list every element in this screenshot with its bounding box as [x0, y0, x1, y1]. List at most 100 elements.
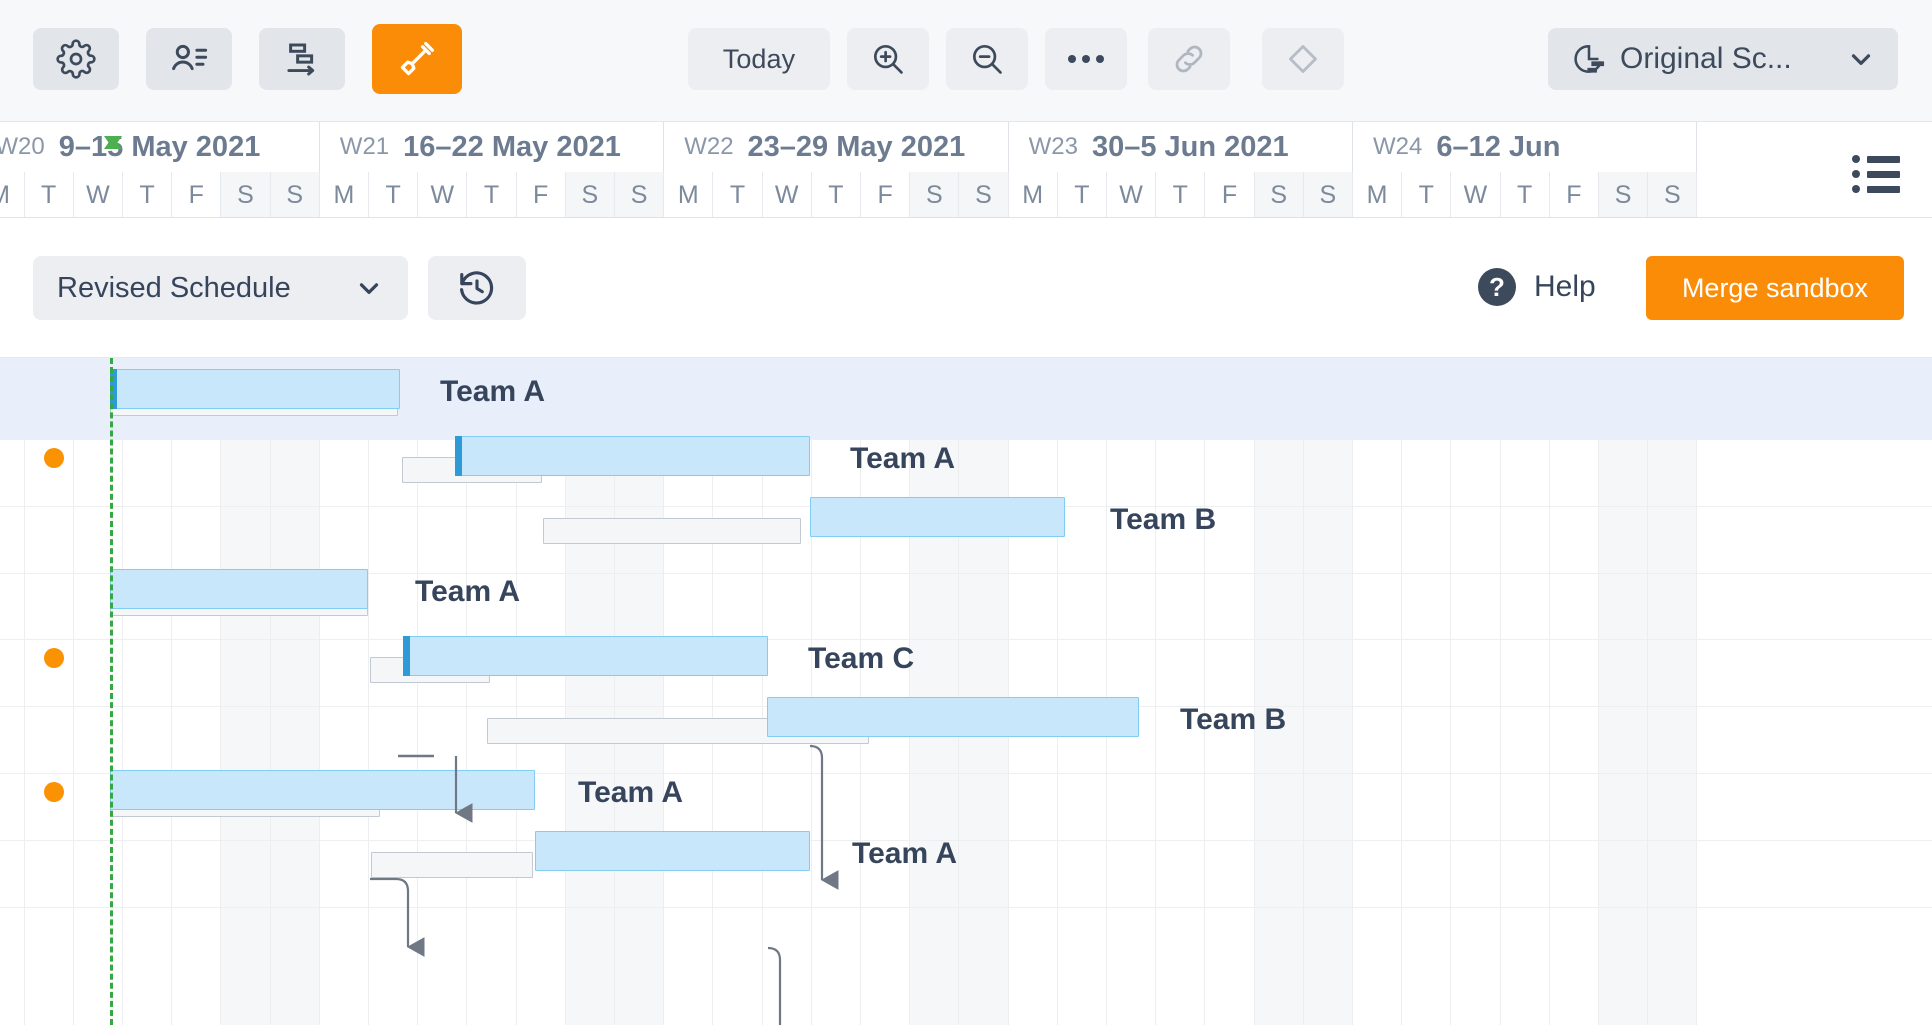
day-cell[interactable]: S [271, 172, 320, 218]
gear-icon [56, 39, 96, 79]
day-cell[interactable]: T [1058, 172, 1107, 218]
history-clock-icon [456, 267, 498, 309]
sandbox-button[interactable] [372, 24, 462, 94]
more-options-button[interactable] [1045, 28, 1127, 90]
zoom-out-button[interactable] [946, 28, 1028, 90]
timeline-day-row: MTWTFSSMTWTFSSMTWTFSSMTWTFSSMTWTFSS [0, 172, 1932, 218]
clock-schedule-icon [1570, 40, 1608, 78]
day-cell[interactable]: M [1353, 172, 1402, 218]
chevron-down-icon [1846, 44, 1876, 74]
day-cell[interactable]: S [1599, 172, 1648, 218]
day-cell[interactable]: W [418, 172, 467, 218]
dependencies-button[interactable] [259, 28, 345, 90]
week-number: W22 [684, 133, 733, 161]
week-header-w22: W22 23–29 May 2021 [664, 122, 1008, 172]
day-cell[interactable]: F [517, 172, 566, 218]
zoom-in-button[interactable] [847, 28, 929, 90]
day-cell[interactable]: S [959, 172, 1008, 218]
day-cell[interactable]: F [172, 172, 221, 218]
question-mark-icon: ? [1478, 268, 1516, 306]
diamond-milestone-icon [1283, 39, 1323, 79]
task-bar[interactable] [535, 831, 810, 871]
day-cell[interactable]: T [812, 172, 861, 218]
day-cell[interactable]: S [615, 172, 664, 218]
task-bar[interactable] [110, 369, 400, 409]
day-cell[interactable]: W [763, 172, 812, 218]
task-bar[interactable] [767, 697, 1139, 737]
task-bar[interactable] [110, 569, 368, 609]
day-cell[interactable]: W [1451, 172, 1500, 218]
day-cell[interactable]: T [123, 172, 172, 218]
top-toolbar: Today Original [0, 0, 1932, 122]
day-cell[interactable]: S [910, 172, 959, 218]
list-view-icon-row2 [1852, 170, 1908, 178]
day-cell[interactable]: F [861, 172, 910, 218]
task-bar[interactable] [403, 636, 768, 676]
baseline-bar[interactable] [371, 852, 533, 878]
revision-select-value: Revised Schedule [57, 272, 354, 305]
day-cell[interactable]: M [320, 172, 369, 218]
task-bar[interactable] [110, 770, 535, 810]
day-cell[interactable]: S [1648, 172, 1697, 218]
resources-button[interactable] [146, 28, 232, 90]
bar-start-handle[interactable] [455, 436, 462, 476]
day-cell[interactable]: M [664, 172, 713, 218]
task-team-label: Team A [440, 375, 545, 409]
settings-button[interactable] [33, 28, 119, 90]
merge-sandbox-button[interactable]: Merge sandbox [1646, 256, 1904, 320]
day-cell[interactable]: S [1304, 172, 1353, 218]
day-cell[interactable]: T [713, 172, 762, 218]
week-range: 30–5 Jun 2021 [1092, 131, 1289, 164]
week-number: W24 [1373, 133, 1422, 161]
day-cell[interactable]: T [1501, 172, 1550, 218]
shovel-icon [396, 38, 438, 80]
day-cell[interactable]: T [1156, 172, 1205, 218]
baseline-bar[interactable] [543, 518, 801, 544]
link-button[interactable] [1148, 28, 1230, 90]
week-range: 23–29 May 2021 [748, 131, 966, 164]
week-header-w23: W2330–5 Jun 2021 [1009, 122, 1353, 172]
day-cell[interactable]: S [221, 172, 270, 218]
status-dot[interactable] [44, 782, 64, 802]
sub-toolbar: Revised Schedule ? Help Merge sandbox [0, 218, 1932, 358]
task-bar[interactable] [455, 436, 810, 476]
week-range: 6–12 Jun [1436, 131, 1560, 164]
week-header-w24: W24 6–12 Jun [1353, 122, 1697, 172]
revision-select[interactable]: Revised Schedule [33, 256, 408, 320]
task-team-label: Team C [808, 642, 914, 676]
task-bar[interactable] [810, 497, 1065, 537]
day-cell[interactable]: T [1402, 172, 1451, 218]
gantt-chart[interactable]: Team ATeam ATeam BTeam ATeam CTeam BTeam… [0, 358, 1932, 1025]
day-cell[interactable]: W [1107, 172, 1156, 218]
day-cell[interactable]: M [0, 172, 25, 218]
person-list-icon [168, 38, 210, 80]
history-button[interactable] [428, 256, 526, 320]
help-button[interactable]: ? Help [1478, 268, 1596, 306]
timeline-header: W209–15 May 2021W2116–22 May 2021 W22 23–2… [0, 122, 1932, 218]
task-team-label: Team A [852, 837, 957, 871]
day-cell[interactable]: S [1255, 172, 1304, 218]
day-cell[interactable]: F [1205, 172, 1254, 218]
week-header-w21: W2116–22 May 2021 [320, 122, 664, 172]
week-number: W21 [340, 133, 389, 161]
day-cell[interactable]: M [1009, 172, 1058, 218]
bar-start-handle[interactable] [403, 636, 410, 676]
day-cell[interactable]: F [1550, 172, 1599, 218]
gantt-rows-icon [281, 38, 323, 80]
day-cell[interactable]: T [467, 172, 516, 218]
list-view-button[interactable] [1852, 150, 1908, 198]
day-cell[interactable]: T [369, 172, 418, 218]
link-icon [1170, 40, 1208, 78]
schedule-select[interactable]: Original Sc... [1548, 28, 1898, 90]
help-label: Help [1534, 270, 1596, 304]
day-cell[interactable]: S [566, 172, 615, 218]
day-cell[interactable]: W [74, 172, 123, 218]
week-header-w20: W209–15 May 2021 [0, 122, 320, 172]
today-line [110, 358, 113, 1025]
day-cell[interactable]: T [25, 172, 74, 218]
status-dot[interactable] [44, 448, 64, 468]
today-marker [104, 136, 122, 149]
gantt-row[interactable] [0, 826, 1932, 908]
milestone-button[interactable] [1262, 28, 1344, 90]
today-button[interactable]: Today [688, 28, 830, 90]
